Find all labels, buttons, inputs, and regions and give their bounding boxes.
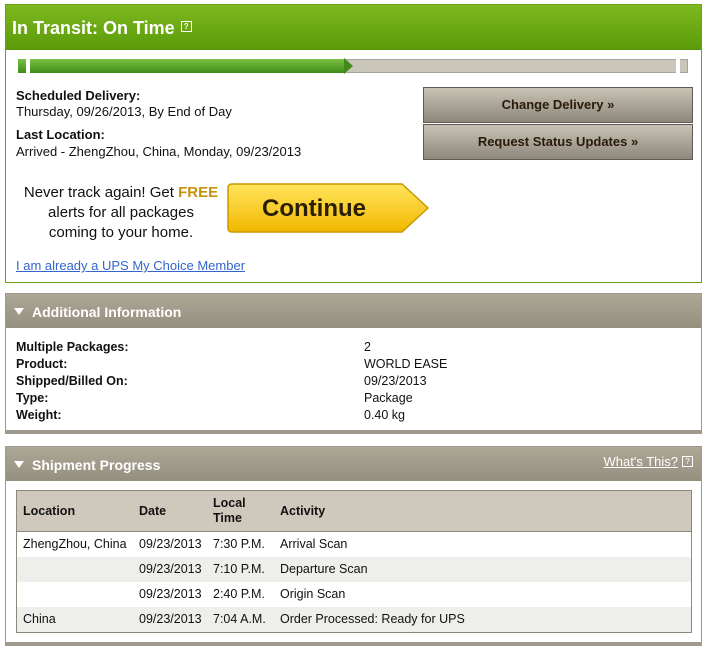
info-value: Package — [364, 391, 413, 405]
column-header-local-time-line2: Time — [213, 511, 242, 525]
column-header-location: Location — [23, 504, 76, 518]
section-bottom-bar — [6, 642, 701, 645]
section-bottom-bar — [6, 430, 701, 433]
cell-date: 09/23/2013 — [139, 587, 202, 601]
change-delivery-button[interactable]: Change Delivery » — [423, 87, 693, 123]
additional-info-title: Additional Information — [32, 304, 182, 320]
info-label: Type: — [16, 391, 49, 405]
shipment-progress-panel: Shipment Progress What's This?? Location… — [5, 446, 702, 646]
cell-activity: Arrival Scan — [280, 537, 348, 551]
column-header-local-time-line1: Local — [213, 496, 246, 510]
promo-line-1: Never track again! Get FREE — [16, 183, 226, 203]
table-row: 09/23/2013 7:10 P.M. Departure Scan — [17, 557, 691, 582]
progress-arrow-icon — [344, 58, 353, 74]
cell-date: 09/23/2013 — [139, 612, 202, 626]
progress-divider — [676, 59, 680, 73]
promo-line-2: alerts for all packages — [48, 204, 194, 221]
cell-location: China — [23, 612, 56, 626]
info-label: Weight: — [16, 408, 62, 422]
shipment-progress-title: Shipment Progress — [32, 457, 161, 473]
mychoice-promo: Never track again! Get FREE alerts for a… — [16, 183, 226, 243]
status-panel: In Transit: On Time? Scheduled Delivery:… — [5, 4, 702, 283]
continue-button[interactable]: Continue — [226, 182, 431, 234]
column-header-local-time: Local Time — [213, 496, 246, 526]
cell-time: 2:40 P.M. — [213, 587, 265, 601]
whats-this[interactable]: What's This?? — [604, 454, 693, 469]
table-row: China 09/23/2013 7:04 A.M. Order Processed:… — [17, 607, 691, 632]
additional-info-panel: Additional Information Multiple Packages… — [5, 293, 702, 434]
free-highlight: FREE — [178, 184, 219, 201]
info-value: WORLD EASE — [364, 357, 448, 371]
progress-fill — [18, 59, 345, 73]
table-row: ZhengZhou, China 09/23/2013 7:30 P.M. Arriv… — [17, 532, 691, 557]
mychoice-member-link[interactable]: I am already a UPS My Choice Member — [16, 258, 245, 273]
info-label: Product: — [16, 357, 68, 371]
column-header-date: Date — [139, 504, 167, 518]
status-header: In Transit: On Time? — [6, 5, 701, 50]
cell-activity: Departure Scan — [280, 562, 368, 576]
info-value: 2 — [364, 340, 371, 354]
last-location-value: Arrived - ZhengZhou, China, Monday, 09/2… — [16, 144, 302, 159]
info-value: 09/23/2013 — [364, 374, 427, 388]
collapse-triangle-icon[interactable] — [14, 308, 24, 315]
scheduled-delivery-label: Scheduled Delivery: — [16, 88, 141, 103]
info-label: Shipped/Billed On: — [16, 374, 128, 388]
shipment-progress-table: Location Date Local Time Activity ZhengZ… — [16, 490, 692, 633]
collapse-triangle-icon[interactable] — [14, 461, 24, 468]
last-location-label: Last Location: — [16, 127, 105, 142]
additional-info-header[interactable]: Additional Information — [6, 294, 701, 328]
column-header-activity: Activity — [280, 504, 326, 518]
table-header: Location Date Local Time Activity — [17, 491, 691, 532]
status-title-text: In Transit: On Time — [12, 18, 175, 38]
promo-text: Never track again! Get — [23, 184, 179, 201]
info-label: Multiple Packages: — [16, 340, 129, 354]
status-title: In Transit: On Time? — [12, 18, 192, 39]
whats-this-link[interactable]: What's This? — [604, 454, 679, 469]
cell-location: ZhengZhou, China — [23, 537, 127, 551]
table-row: 09/23/2013 2:40 P.M. Origin Scan — [17, 582, 691, 607]
help-icon[interactable]: ? — [682, 456, 693, 467]
continue-label: Continue — [262, 195, 366, 222]
progress-divider — [26, 59, 30, 73]
scheduled-delivery-value: Thursday, 09/26/2013, By End of Day — [16, 104, 232, 119]
cell-time: 7:30 P.M. — [213, 537, 265, 551]
cell-time: 7:10 P.M. — [213, 562, 265, 576]
delivery-progress-bar — [18, 58, 688, 74]
cell-time: 7:04 A.M. — [213, 612, 266, 626]
cell-date: 09/23/2013 — [139, 537, 202, 551]
help-icon[interactable]: ? — [180, 21, 192, 32]
cell-date: 09/23/2013 — [139, 562, 202, 576]
continue-arrow-shape: Continue — [227, 183, 430, 233]
table-body: ZhengZhou, China 09/23/2013 7:30 P.M. Arriv… — [17, 532, 691, 632]
shipment-progress-header[interactable]: Shipment Progress What's This?? — [6, 447, 701, 481]
request-status-updates-button[interactable]: Request Status Updates » — [423, 124, 693, 160]
promo-line-3: coming to your home. — [48, 224, 194, 241]
cell-activity: Origin Scan — [280, 587, 346, 601]
cell-activity: Order Processed: Ready for UPS — [280, 612, 465, 626]
info-value: 0.40 kg — [364, 408, 406, 422]
